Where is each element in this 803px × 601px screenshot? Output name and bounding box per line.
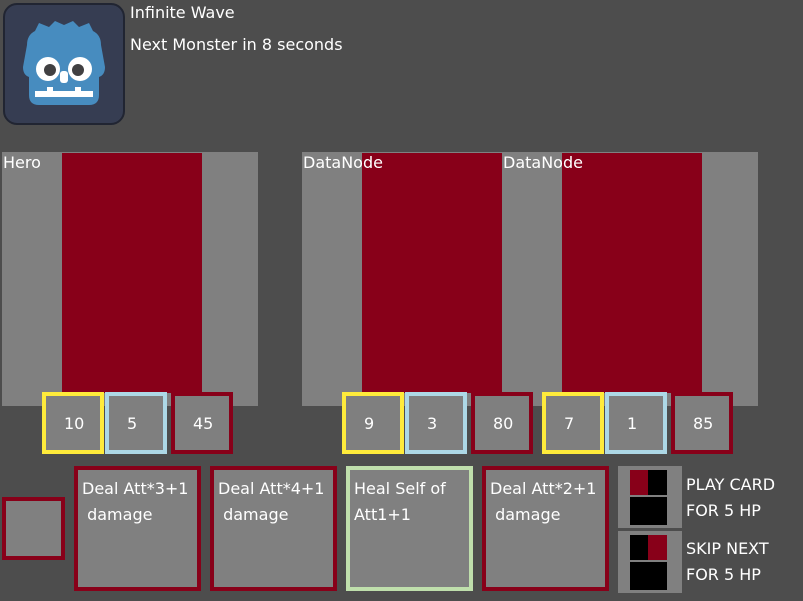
skip-next-icon [630,535,667,590]
card-3[interactable]: Heal Self of Att1+1 [346,466,473,591]
play-card-button[interactable] [618,466,682,528]
hero-sprite [62,153,202,393]
skip-next-label[interactable]: SKIP NEXT FOR 5 HP [686,536,769,588]
hero-defense-stat: 5 [105,392,167,454]
enemy-1-name: DataNode [303,153,383,172]
enemy-2-attack-stat: 7 [542,392,604,454]
enemy-1-sprite [362,153,502,393]
enemy-1-defense-stat: 3 [405,392,467,454]
wave-title: Infinite Wave [130,3,235,22]
play-card-label[interactable]: PLAY CARD FOR 5 HP [686,472,775,524]
card-2[interactable]: Deal Att*4+1 damage [210,466,337,591]
skip-next-button[interactable] [618,531,682,593]
play-card-icon [630,470,667,525]
godot-logo-icon [3,3,125,125]
enemy-2-defense-stat: 1 [605,392,667,454]
deck-slot[interactable] [2,497,65,560]
enemy-1-hp-stat: 80 [471,392,533,454]
enemy-1-attack-stat: 9 [342,392,404,454]
enemy-2-name: DataNode [503,153,583,172]
hero-hp-stat: 45 [171,392,233,454]
card-4[interactable]: Deal Att*2+1 damage [482,466,609,591]
enemy-2-sprite [562,153,702,393]
hero-name: Hero [3,153,41,172]
card-1[interactable]: Deal Att*3+1 damage [74,466,201,591]
next-monster-timer: Next Monster in 8 seconds [130,35,343,54]
hero-attack-stat: 10 [42,392,104,454]
enemy-2-hp-stat: 85 [671,392,733,454]
